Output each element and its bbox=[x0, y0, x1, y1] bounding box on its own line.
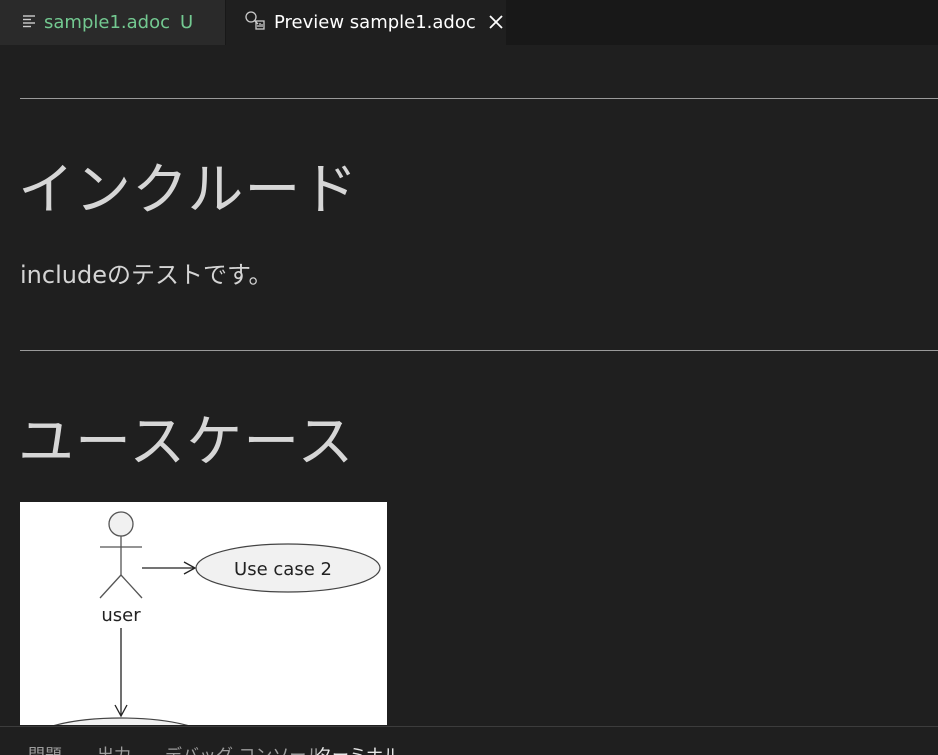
close-icon[interactable] bbox=[488, 11, 504, 35]
divider bbox=[20, 350, 938, 351]
untracked-status-badge: U bbox=[179, 12, 194, 33]
panel-tab-problems[interactable]: 問題 bbox=[28, 741, 62, 755]
lines-icon bbox=[22, 12, 36, 33]
tab-label: sample1.adoc bbox=[44, 12, 170, 33]
bottom-panel-tabs: 問題 出力 デバッグ コンソール ターミナル bbox=[0, 726, 938, 755]
actor-figure bbox=[99, 511, 143, 599]
usecase-diagram-svg: user Use case 2 bbox=[53, 511, 381, 725]
panel-tab-terminal[interactable]: ターミナル bbox=[315, 741, 400, 755]
preview-content: インクルード includeのテストです。 ユースケース user Use ca… bbox=[18, 45, 938, 725]
panel-tab-debug-console[interactable]: デバッグ コンソール bbox=[165, 741, 323, 755]
usecase-label: Use case 2 bbox=[234, 559, 332, 580]
actor-label: user bbox=[101, 605, 141, 626]
tab-label: Preview sample1.adoc bbox=[274, 12, 476, 33]
divider bbox=[20, 98, 938, 99]
paragraph: includeのテストです。 bbox=[20, 261, 273, 289]
section-heading: ユースケース bbox=[18, 410, 355, 475]
panel-tab-output[interactable]: 出力 bbox=[97, 741, 131, 755]
tab-sample1-adoc[interactable]: sample1.adoc U bbox=[0, 0, 225, 45]
usecase-diagram: user Use case 2 bbox=[20, 502, 387, 725]
section-heading: インクルード bbox=[18, 158, 359, 223]
association-arrow bbox=[114, 628, 128, 718]
editor-tab-bar: sample1.adoc U Preview sample1.adoc bbox=[0, 0, 938, 45]
tab-preview-sample1-adoc[interactable]: Preview sample1.adoc bbox=[226, 0, 506, 45]
association-arrow bbox=[142, 561, 197, 575]
preview-icon bbox=[244, 10, 266, 35]
usecase-ellipse-partial bbox=[53, 717, 189, 725]
